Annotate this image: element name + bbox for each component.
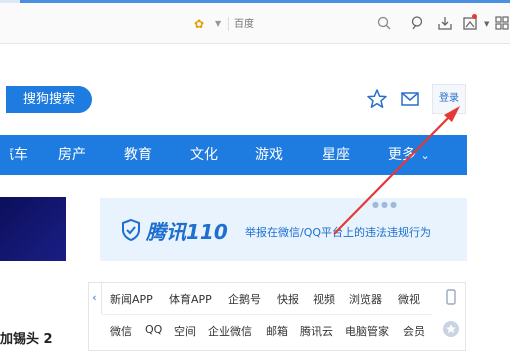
grid-icon[interactable] bbox=[494, 15, 510, 31]
notification-dot bbox=[472, 14, 477, 19]
reader-icon[interactable] bbox=[410, 15, 426, 31]
link-vip[interactable]: 会员 bbox=[403, 323, 425, 339]
link-wechat[interactable]: 微信 bbox=[110, 323, 132, 339]
download-icon[interactable] bbox=[437, 15, 453, 31]
star-icon[interactable] bbox=[366, 88, 388, 110]
sogou-search-button[interactable]: 搜狗搜索 bbox=[6, 86, 92, 113]
banner-subtitle: 举报在微信/QQ平台上的违法违规行为 bbox=[245, 226, 432, 239]
link-video[interactable]: 视频 bbox=[313, 291, 335, 307]
phone-icon[interactable] bbox=[442, 288, 460, 306]
nav-item-education[interactable]: 教育 bbox=[124, 135, 152, 175]
link-pc-manager[interactable]: 电脑管家 bbox=[345, 323, 389, 339]
nav-more-label: 更多 bbox=[388, 147, 416, 163]
mail-icon[interactable] bbox=[399, 88, 421, 110]
bee-icon[interactable]: ✿ bbox=[194, 17, 204, 31]
link-weishi[interactable]: 微视 bbox=[398, 291, 420, 307]
tab-strip-line bbox=[0, 0, 510, 3]
link-tencent-cloud[interactable]: 腾讯云 bbox=[300, 323, 333, 339]
link-browser[interactable]: 浏览器 bbox=[349, 291, 382, 307]
link-work-wechat[interactable]: 企业微信 bbox=[208, 323, 252, 339]
banner-title: 腾讯110 bbox=[146, 220, 228, 244]
link-qq[interactable]: QQ bbox=[145, 323, 162, 336]
star-badge-icon[interactable] bbox=[442, 320, 460, 338]
search-input[interactable] bbox=[234, 13, 374, 35]
divider bbox=[228, 17, 229, 31]
nav-item-culture[interactable]: 文化 bbox=[190, 135, 218, 175]
nav-item-games[interactable]: 游戏 bbox=[255, 135, 283, 175]
nav-item-astrology[interactable]: 星座 bbox=[322, 135, 350, 175]
chevron-down-icon[interactable]: ▼ bbox=[484, 20, 489, 28]
chevron-left-icon[interactable]: ‹ bbox=[88, 282, 102, 314]
shield-icon bbox=[122, 218, 140, 242]
divider bbox=[102, 314, 432, 315]
link-qzone[interactable]: 空间 bbox=[174, 323, 196, 339]
channel-nav: 汽车 房产 教育 文化 游戏 星座 更多 ⌄ bbox=[0, 135, 467, 175]
news-headline[interactable]: 加锡头 2 bbox=[0, 328, 53, 347]
nav-item-house[interactable]: 房产 bbox=[58, 135, 86, 175]
link-news-app[interactable]: 新闻APP bbox=[110, 291, 153, 307]
link-kuaibao[interactable]: 快报 bbox=[277, 291, 299, 307]
chevron-down-icon[interactable]: ▼ bbox=[215, 19, 221, 28]
news-thumbnail[interactable] bbox=[0, 197, 66, 261]
search-icon[interactable] bbox=[376, 15, 392, 31]
carousel-dots[interactable]: ●●● bbox=[372, 200, 399, 209]
chevron-down-icon: ⌄ bbox=[420, 149, 430, 162]
link-sports-app[interactable]: 体育APP bbox=[169, 291, 212, 307]
link-penguin[interactable]: 企鹅号 bbox=[228, 291, 261, 307]
nav-item-more[interactable]: 更多 ⌄ bbox=[388, 135, 430, 175]
link-mail[interactable]: 邮箱 bbox=[266, 323, 288, 339]
nav-clip bbox=[0, 135, 10, 175]
login-button[interactable]: 登录 bbox=[432, 84, 466, 114]
